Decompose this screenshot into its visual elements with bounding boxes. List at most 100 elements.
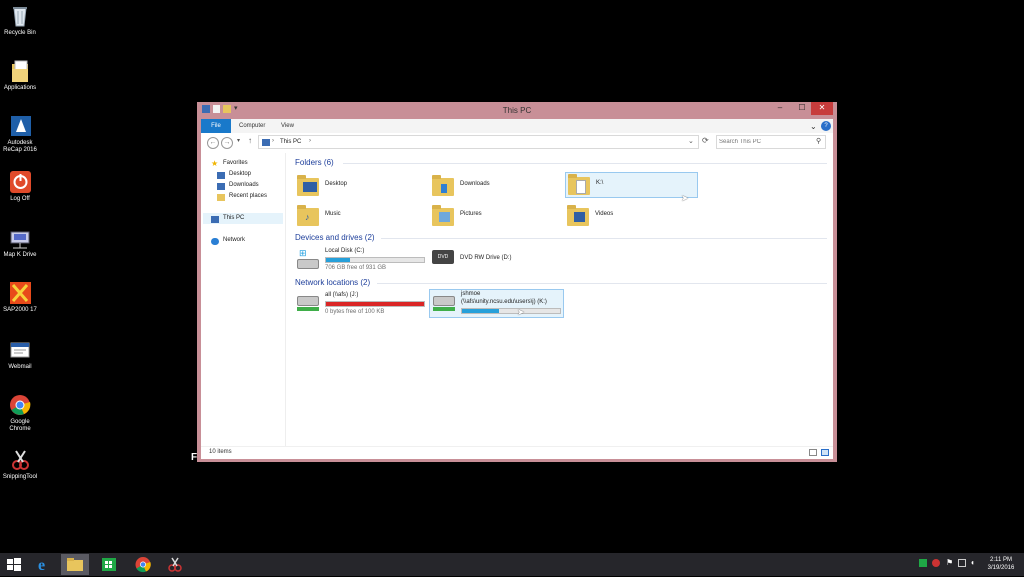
drive-usage-bar: [325, 301, 425, 307]
address-path[interactable]: This PC: [280, 139, 301, 145]
folder-item-desktop[interactable]: Desktop: [295, 173, 421, 199]
desktop-icon-log-off[interactable]: Log Off: [0, 170, 40, 203]
network-icon: [211, 238, 219, 245]
recent-places-icon: [217, 194, 225, 201]
desktop-icon-autodesk-recap[interactable]: Autodesk ReCap 2016: [0, 114, 40, 154]
drive-free-space: 0 bytes free of 100 KB: [325, 309, 385, 315]
ribbon-expand-icon[interactable]: ⌄: [810, 121, 817, 132]
forward-button[interactable]: →: [221, 137, 233, 149]
desktop-icon-sap2000[interactable]: SAP2000 17: [0, 281, 40, 314]
start-button[interactable]: [6, 556, 22, 573]
network-tray-icon[interactable]: [958, 559, 966, 567]
file-explorer-taskbar-button[interactable]: [61, 554, 89, 575]
maximize-button[interactable]: ☐: [791, 102, 813, 115]
sap2000-icon: [9, 281, 31, 305]
recycle-bin-icon: [9, 4, 31, 28]
explorer-window[interactable]: ▾ This PC – ☐ ✕ File Computer View ⌄ ? ←…: [197, 102, 837, 462]
tab-computer[interactable]: Computer: [239, 121, 265, 132]
folder-icon: [568, 174, 590, 195]
item-count: 10 items: [209, 449, 232, 455]
folder-item-k-drive[interactable]: K:\: [565, 172, 698, 198]
folder-item-downloads[interactable]: Downloads: [430, 173, 556, 199]
details-view-icon[interactable]: [809, 449, 817, 456]
address-dropdown-icon[interactable]: ⌄: [688, 137, 694, 145]
large-icons-view-icon[interactable]: [821, 449, 829, 456]
nav-network[interactable]: Network: [223, 236, 245, 245]
desktop-icon-recycle-bin[interactable]: Recycle Bin: [0, 4, 40, 37]
folder-label: Videos: [595, 211, 614, 217]
tab-view[interactable]: View: [281, 121, 294, 132]
close-button[interactable]: ✕: [811, 102, 833, 115]
network-item-j[interactable]: all (\\afs) (J:) 0 bytes free of 100 KB: [295, 290, 425, 318]
desktop-icon-map-k-drive[interactable]: Map K Drive: [0, 226, 40, 259]
tray-app-icon[interactable]: [919, 559, 927, 567]
network-drive-name: all (\\afs) (J:): [325, 292, 359, 298]
address-sep-icon[interactable]: ›: [272, 138, 274, 144]
store-icon[interactable]: [98, 556, 120, 573]
nav-this-pc[interactable]: This PC: [223, 214, 244, 223]
this-pc-icon: [211, 216, 219, 223]
desktop-icon-label: SnippingTool: [2, 474, 38, 480]
desktop-icon-snipping-tool[interactable]: SnippingTool: [0, 448, 40, 481]
folder-icon: [432, 205, 454, 226]
star-icon: ★: [211, 159, 219, 168]
dvd-drive-icon: DVD: [432, 250, 454, 264]
tray-alert-icon[interactable]: [932, 559, 940, 567]
nav-downloads[interactable]: Downloads: [229, 181, 259, 190]
drive-item-d[interactable]: DVD DVD RW Drive (D:): [430, 246, 556, 272]
section-folders-title[interactable]: Folders (6): [295, 158, 334, 167]
desktop-icon-applications[interactable]: Applications: [0, 59, 40, 92]
desktop-icon-webmail[interactable]: Webmail: [0, 338, 40, 371]
section-divider: [381, 238, 827, 239]
tab-file[interactable]: File: [201, 119, 231, 133]
chrome-taskbar-icon[interactable]: [132, 556, 154, 573]
desktop-icon-google-chrome[interactable]: Google Chrome: [0, 393, 40, 433]
folder-icon: ♪: [297, 205, 319, 226]
refresh-button[interactable]: ⟳: [702, 136, 709, 145]
network-item-k[interactable]: jshmoe (\\afs\unity.ncsu.edu\users\j) (K…: [429, 289, 564, 318]
this-pc-address-icon: [262, 139, 270, 146]
hard-drive-icon: [297, 259, 319, 269]
help-icon[interactable]: ?: [821, 121, 831, 131]
taskbar: e ⚑ ◖ 2:11 PM 3/19/2016: [0, 553, 1024, 576]
section-divider: [377, 283, 827, 284]
action-center-flag-icon[interactable]: ⚑: [946, 559, 954, 567]
chrome-icon: [9, 393, 31, 417]
folder-item-pictures[interactable]: Pictures: [430, 203, 556, 229]
address-sep-icon[interactable]: ›: [309, 138, 311, 144]
folder-item-videos[interactable]: Videos: [565, 203, 691, 229]
nav-favorites[interactable]: Favorites: [223, 159, 248, 168]
volume-icon[interactable]: ◖: [970, 559, 978, 567]
nav-recent-places[interactable]: Recent places: [229, 192, 267, 201]
address-field[interactable]: › This PC › ⌄: [258, 135, 699, 149]
up-button[interactable]: ↑: [248, 136, 252, 145]
nav-desktop[interactable]: Desktop: [229, 170, 251, 179]
minimize-button[interactable]: –: [769, 102, 791, 115]
back-button[interactable]: ←: [207, 137, 219, 149]
desktop-icon-label: Autodesk ReCap 2016: [3, 140, 37, 153]
clock-time: 2:11 PM: [990, 557, 1012, 563]
folder-label: Desktop: [325, 181, 348, 187]
section-devices-title[interactable]: Devices and drives (2): [295, 233, 375, 242]
downloads-icon: [217, 183, 225, 190]
drive-item-c[interactable]: ⊞ Local Disk (C:) 706 GB free of 931 GB: [295, 246, 425, 272]
taskbar-clock[interactable]: 2:11 PM 3/19/2016: [982, 556, 1020, 572]
internet-explorer-icon[interactable]: e: [33, 556, 55, 574]
folder-label: Pictures: [460, 211, 482, 217]
window-title: This PC: [502, 106, 532, 115]
snipping-tool-taskbar-icon[interactable]: [164, 556, 186, 573]
network-connection-icon: [433, 307, 455, 311]
recent-locations-dropdown-icon[interactable]: ▾: [237, 137, 240, 144]
folder-item-music[interactable]: ♪ Music: [295, 203, 421, 229]
network-drive-icon: [433, 296, 455, 306]
drive-usage-fill: [462, 309, 500, 313]
search-field[interactable]: ⚲: [716, 135, 826, 149]
search-input[interactable]: [719, 137, 811, 147]
search-icon[interactable]: ⚲: [816, 137, 821, 145]
desktop-icon-label: Log Off: [10, 196, 30, 202]
title-bar[interactable]: ▾ This PC – ☐ ✕: [197, 102, 837, 119]
desktop-icon-label: Recycle Bin: [4, 30, 36, 36]
folder-label: Music: [325, 211, 341, 217]
desktop-icon-label: Webmail: [8, 364, 32, 370]
section-network-title[interactable]: Network locations (2): [295, 278, 370, 287]
